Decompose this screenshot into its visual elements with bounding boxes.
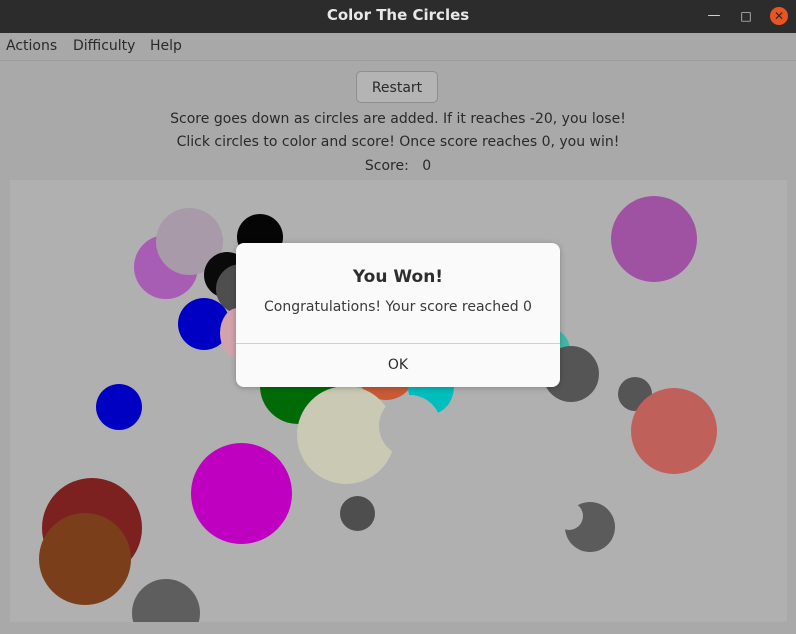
circle[interactable]	[39, 513, 131, 605]
menu-bar: Actions Difficulty Help	[0, 33, 796, 61]
instruction-line-2: Click circles to color and score! Once s…	[176, 134, 620, 150]
instruction-line-1: Score goes down as circles are added. If…	[170, 111, 626, 127]
circle[interactable]	[340, 496, 375, 531]
win-dialog: You Won! Congratulations! Your score rea…	[236, 243, 560, 387]
circle[interactable]	[96, 384, 142, 430]
maximize-icon[interactable]: □	[736, 7, 756, 25]
circle[interactable]	[631, 388, 717, 474]
score-display: Score: 0	[0, 158, 796, 174]
menu-help[interactable]: Help	[150, 33, 182, 60]
circle[interactable]	[132, 579, 200, 622]
circle[interactable]	[191, 443, 292, 544]
title-bar: Color The Circles — □ ✕	[0, 0, 796, 33]
score-label: Score:	[364, 158, 409, 174]
window-title: Color The Circles	[326, 6, 470, 24]
restart-button[interactable]: Restart	[356, 71, 438, 103]
circle[interactable]	[379, 395, 441, 457]
minimize-icon[interactable]: —	[704, 7, 724, 25]
ok-button[interactable]: OK	[236, 344, 560, 387]
dialog-message: Congratulations! Your score reached 0	[264, 299, 532, 315]
menu-actions[interactable]: Actions	[6, 33, 57, 60]
score-value: 0	[422, 158, 432, 174]
menu-difficulty[interactable]: Difficulty	[73, 33, 135, 60]
circle[interactable]	[611, 196, 697, 282]
circle[interactable]	[555, 502, 583, 530]
dialog-title: You Won!	[352, 267, 444, 287]
close-icon[interactable]: ✕	[770, 7, 788, 25]
